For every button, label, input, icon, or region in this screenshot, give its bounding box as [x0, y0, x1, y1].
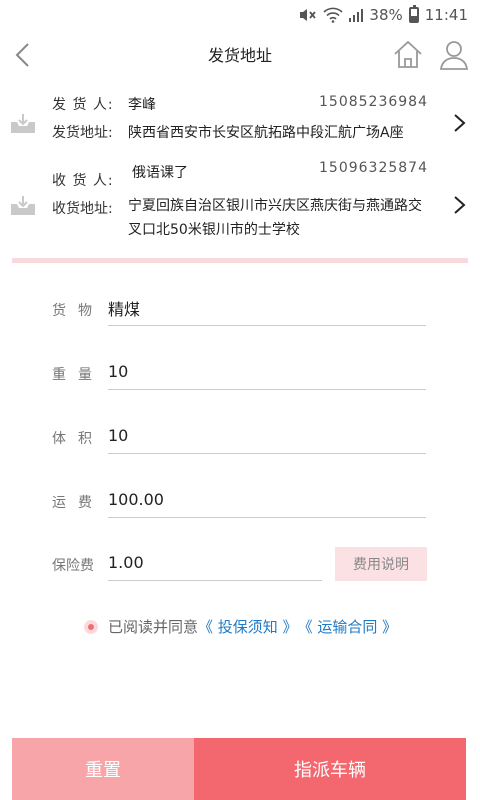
battery-icon — [408, 5, 419, 23]
receiver-phone: 15096325874 — [319, 160, 428, 176]
freight-row: 运费 — [52, 482, 426, 522]
wifi-icon — [323, 7, 343, 23]
nav-bar: 发货地址 — [0, 30, 480, 80]
sender-name-label: 发 货 人: — [52, 97, 114, 113]
inbox-icon — [11, 114, 35, 133]
freight-label: 运费 — [52, 495, 104, 511]
weight-label: 重量 — [52, 367, 104, 383]
bottom-action-bar: 重置 指派车辆 — [12, 738, 466, 800]
receiver-address-card[interactable]: 收 货 人: 俄语课了 15096325874 收货地址: 宁夏回族自治区银川市… — [0, 158, 480, 248]
weight-input[interactable] — [108, 354, 426, 390]
receiver-name: 俄语课了 — [132, 165, 188, 181]
receiver-address-label: 收货地址: — [52, 201, 113, 217]
dispatch-vehicle-button[interactable]: 指派车辆 — [194, 738, 466, 800]
sender-address: 陕西省西安市长安区航拓路中段汇航广场A座 — [128, 125, 404, 141]
receiver-name-label: 收 货 人: — [52, 173, 114, 189]
sender-phone: 15085236984 — [319, 94, 428, 110]
insurance-label: 保险费 — [52, 558, 94, 574]
sender-address-card[interactable]: 发 货 人: 李峰 15085236984 发货地址: 陕西省西安市长安区航拓路… — [0, 88, 480, 152]
reset-button[interactable]: 重置 — [12, 738, 194, 800]
insurance-notice-link[interactable]: 《 投保须知 》 — [198, 616, 298, 637]
signal-icon — [349, 8, 364, 22]
inbox-icon — [11, 196, 35, 215]
insurance-input[interactable] — [108, 545, 322, 581]
receiver-address: 宁夏回族自治区银川市兴庆区燕庆街与燕通路交叉口北50米银川市的士学校 — [128, 198, 422, 238]
agreement-radio[interactable] — [84, 619, 98, 634]
transport-contract-link[interactable]: 《 运输合同 》 — [298, 616, 398, 637]
sender-name: 李峰 — [128, 97, 156, 113]
section-divider — [12, 258, 468, 263]
mute-icon — [299, 7, 317, 23]
volume-row: 体积 — [52, 418, 426, 458]
freight-input[interactable] — [108, 482, 426, 518]
agreement-text: 已阅读并同意 — [108, 618, 199, 636]
home-icon[interactable] — [392, 38, 424, 72]
volume-input[interactable] — [108, 418, 426, 454]
status-bar: 38% 11:41 — [0, 0, 480, 30]
fee-info-button[interactable]: 费用说明 — [335, 547, 427, 581]
cargo-input[interactable] — [108, 290, 426, 326]
agreement-row: 已阅读并同意 《 投保须知 》 《 运输合同 》 — [84, 616, 397, 637]
sender-address-label: 发货地址: — [52, 125, 113, 141]
cargo-row: 货物 — [52, 290, 426, 330]
volume-label: 体积 — [52, 431, 104, 447]
chevron-right-icon — [454, 114, 466, 132]
cargo-label: 货物 — [52, 303, 104, 319]
clock: 11:41 — [424, 6, 468, 24]
user-icon[interactable] — [438, 38, 470, 72]
battery-percent: 38% — [369, 6, 403, 24]
chevron-right-icon — [454, 196, 466, 214]
weight-row: 重量 — [52, 354, 426, 394]
